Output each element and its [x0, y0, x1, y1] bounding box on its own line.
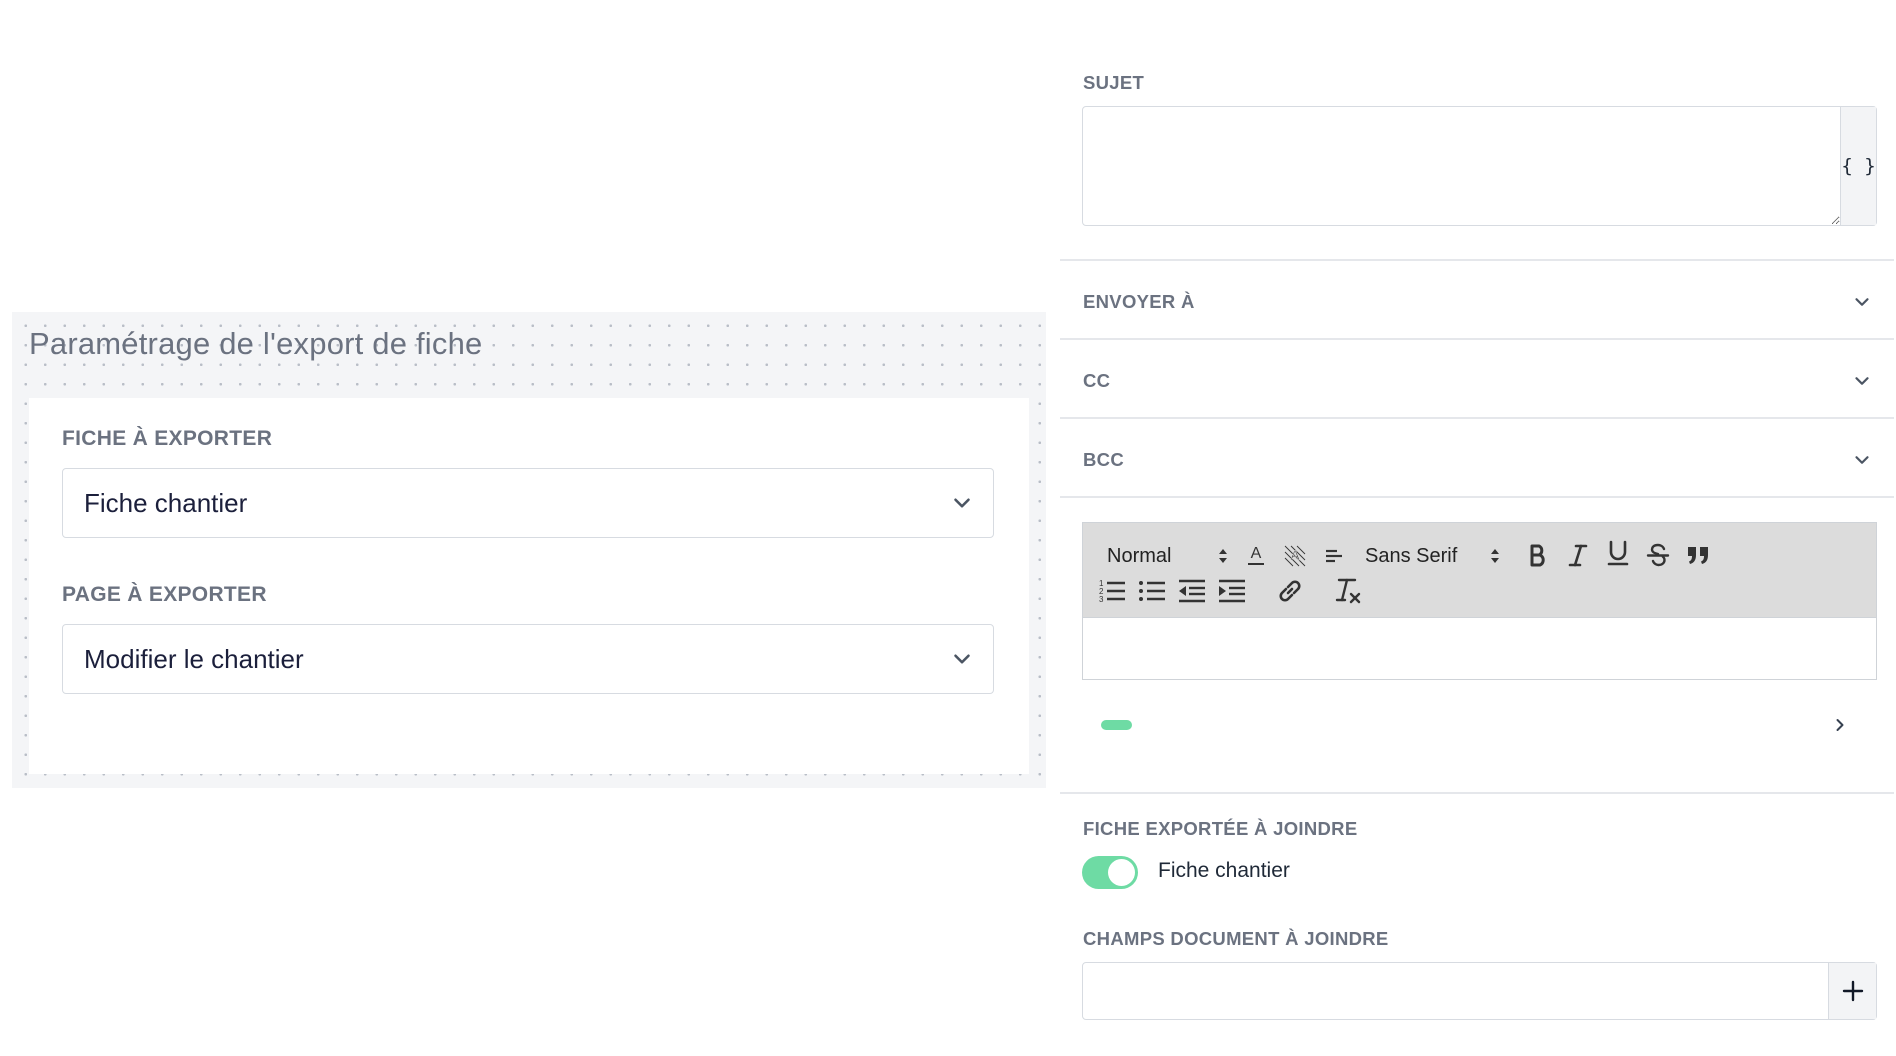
svg-text:A: A: [1251, 545, 1262, 562]
divider: [1060, 792, 1894, 794]
attached-form-toggle[interactable]: [1082, 856, 1138, 889]
link-icon[interactable]: [1273, 574, 1307, 608]
font-family-value: Sans Serif: [1365, 544, 1458, 567]
editor-content[interactable]: [1083, 618, 1876, 679]
attached-form-toggle-label: Fiche chantier: [1158, 859, 1290, 882]
add-document-field-button[interactable]: [1828, 963, 1876, 1019]
divider: [1060, 496, 1894, 498]
svg-text:A: A: [1290, 547, 1300, 563]
underline-icon[interactable]: [1601, 536, 1635, 570]
email-body-editor: Normal A A Sans Serif 1 2 3: [1082, 522, 1877, 680]
font-family-select[interactable]: Sans Serif: [1365, 541, 1505, 571]
chevron-down-icon: [1855, 377, 1869, 385]
divider: [1060, 338, 1894, 340]
variables-button[interactable]: { }: [1840, 107, 1876, 225]
chevron-down-icon: [1855, 298, 1869, 306]
export-settings-card: FICHE À EXPORTER Fiche chantier PAGE À E…: [29, 398, 1029, 774]
subject-input[interactable]: [1083, 107, 1840, 225]
chevron-down-icon: [1855, 456, 1869, 464]
background-color-icon[interactable]: A: [1278, 538, 1312, 572]
fiche-select-value: Fiche chantier: [84, 487, 248, 518]
attached-form-label: FICHE EXPORTÉE À JOINDRE: [1083, 818, 1358, 839]
editor-toolbar: Normal A A Sans Serif 1 2 3: [1083, 523, 1876, 618]
status-pill: [1101, 720, 1132, 730]
cc-label: CC: [1083, 370, 1111, 391]
document-fields-label: CHAMPS DOCUMENT À JOINDRE: [1083, 928, 1389, 949]
panel-title: Paramétrage de l'export de fiche: [29, 326, 483, 361]
strikethrough-icon[interactable]: [1641, 538, 1675, 572]
ordered-list-icon[interactable]: 123: [1095, 574, 1129, 608]
accordion-send-to[interactable]: ENVOYER À: [1060, 263, 1894, 341]
chevron-down-icon: [954, 498, 970, 508]
fiche-label: FICHE À EXPORTER: [62, 427, 273, 450]
page-label: PAGE À EXPORTER: [62, 583, 267, 606]
header-format-select[interactable]: Normal: [1107, 541, 1227, 571]
braces-icon: { }: [1841, 155, 1876, 177]
page-select-value: Modifier le chantier: [84, 643, 304, 674]
fiche-select[interactable]: Fiche chantier: [62, 468, 994, 538]
page-select[interactable]: Modifier le chantier: [62, 624, 994, 694]
updown-icon: [1219, 549, 1227, 563]
indent-icon[interactable]: [1215, 574, 1249, 608]
chevron-right-icon: [1836, 719, 1844, 731]
svg-text:3: 3: [1099, 595, 1104, 604]
align-icon[interactable]: [1317, 538, 1351, 572]
header-format-value: Normal: [1107, 544, 1172, 567]
updown-icon: [1491, 549, 1499, 563]
clear-format-icon[interactable]: [1331, 574, 1365, 608]
subject-label: SUJET: [1083, 72, 1145, 93]
chevron-down-icon: [954, 654, 970, 664]
document-fields-field: [1082, 962, 1877, 1020]
divider: [1060, 259, 1894, 261]
toggle-knob: [1108, 859, 1135, 886]
bullet-list-icon[interactable]: [1135, 574, 1169, 608]
expandable-section-row[interactable]: [1060, 696, 1894, 756]
font-color-icon[interactable]: A: [1239, 538, 1273, 572]
bcc-label: BCC: [1083, 449, 1124, 470]
accordion-bcc[interactable]: BCC: [1060, 421, 1894, 499]
divider: [1060, 417, 1894, 419]
send-to-label: ENVOYER À: [1083, 291, 1195, 312]
accordion-cc[interactable]: CC: [1060, 342, 1894, 420]
plus-icon: [1842, 980, 1863, 1002]
italic-icon[interactable]: [1561, 538, 1595, 572]
export-settings-panel: Paramétrage de l'export de fiche FICHE À…: [12, 312, 1046, 788]
blockquote-icon[interactable]: [1681, 538, 1715, 572]
document-fields-input[interactable]: [1083, 963, 1828, 1019]
bold-icon[interactable]: [1521, 538, 1555, 572]
outdent-icon[interactable]: [1175, 574, 1209, 608]
subject-field: { }: [1082, 106, 1877, 226]
